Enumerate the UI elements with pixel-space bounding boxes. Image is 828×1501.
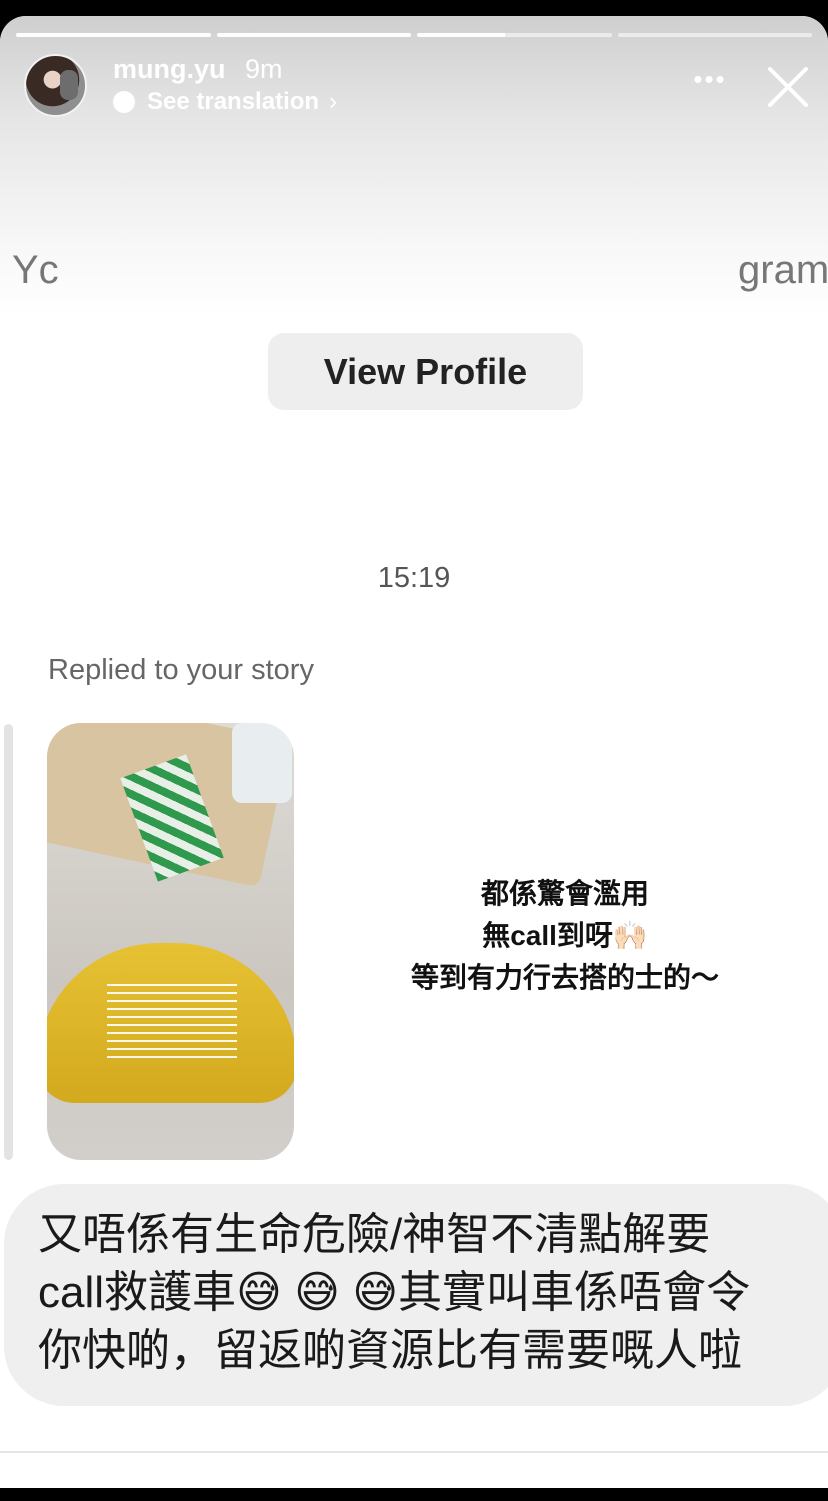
message-line: 又唔係有生命危險/神智不清點解要 — [38, 1210, 711, 1259]
avatar[interactable] — [24, 54, 87, 117]
story-screen: mung.yu 9m See translation › ••• Yc gram… — [0, 16, 828, 1488]
story-time: 9m — [245, 54, 283, 84]
divider — [0, 1451, 828, 1453]
close-button[interactable] — [766, 65, 810, 109]
chevron-right-icon: › — [329, 88, 338, 115]
more-options-button[interactable]: ••• — [690, 64, 730, 94]
caption-line: 都係驚會濫用 — [480, 878, 649, 909]
replied-to-story-label: Replied to your story — [48, 654, 314, 686]
message-line: call救護車😅 😅 😅其實叫車係唔會令 — [38, 1268, 751, 1317]
story-progress — [16, 33, 812, 37]
caption-line: 無call到呀🙌🏻 — [482, 920, 648, 951]
progress-segment — [417, 33, 612, 37]
caption-line: 等到有力行去搭的士的～ — [410, 962, 719, 993]
background-text-left: Yc — [12, 248, 59, 292]
reply-indicator-bar — [4, 724, 13, 1160]
progress-segment — [16, 33, 211, 37]
story-thumbnail[interactable] — [47, 723, 294, 1160]
story-caption: 都係驚會濫用 無call到呀🙌🏻 等到有力行去搭的士的～ — [380, 873, 750, 999]
see-translation-label: See translation — [147, 88, 320, 115]
close-icon — [768, 67, 808, 107]
see-translation-button[interactable]: See translation › — [113, 88, 337, 116]
message-line: 你快啲，留返啲資源比有需要嘅人啦 — [38, 1326, 742, 1375]
progress-segment — [617, 33, 812, 37]
view-profile-button[interactable]: View Profile — [268, 333, 583, 410]
translate-icon — [113, 91, 135, 113]
message-bubble[interactable]: 又唔係有生命危險/神智不清點解要 call救護車😅 😅 😅其實叫車係唔會令 你快… — [4, 1184, 828, 1406]
username[interactable]: mung.yu — [113, 54, 226, 85]
background-text-right: gram — [738, 248, 828, 292]
message-timestamp: 15:19 — [377, 562, 451, 594]
progress-segment — [216, 33, 411, 37]
